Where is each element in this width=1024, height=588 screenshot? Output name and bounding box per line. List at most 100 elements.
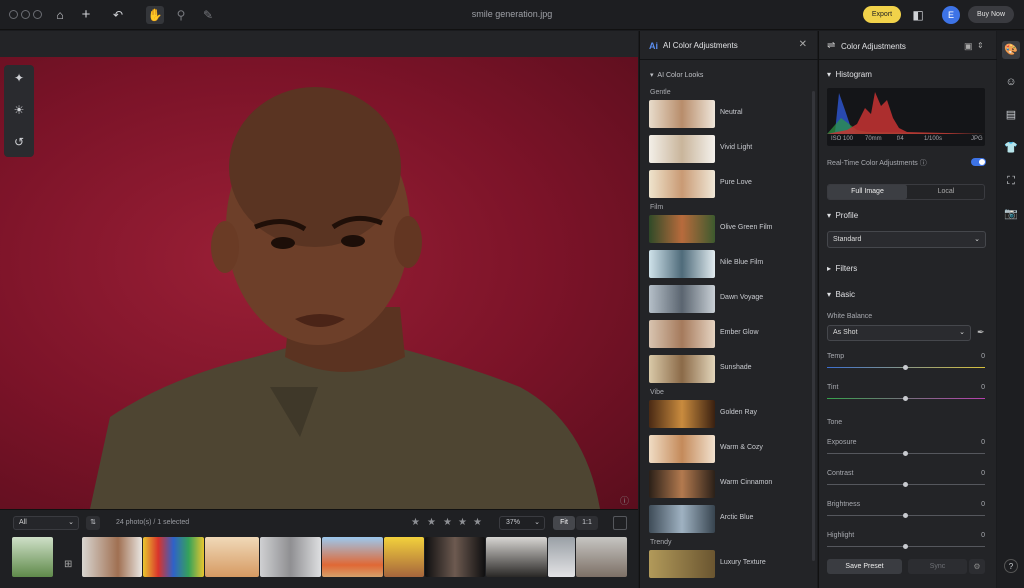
exif-value: 1/100s <box>924 136 943 142</box>
exposure-slider-handle[interactable] <box>903 451 908 456</box>
section-toggle[interactable]: ▾ AI Color Looks <box>650 71 703 79</box>
fit-button[interactable]: Fit <box>553 516 575 530</box>
look-thumbnail <box>649 215 715 243</box>
crop-icon[interactable]: ⛶ <box>1004 174 1018 188</box>
star-icon[interactable]: ★ <box>443 517 452 528</box>
look-item[interactable]: Luxury Texture <box>649 549 809 579</box>
exposure-icon[interactable]: ☀ <box>12 103 26 117</box>
exposure-label: Exposure <box>827 439 857 446</box>
avatar[interactable]: E <box>942 6 960 24</box>
look-item[interactable]: Ember Glow <box>649 319 809 349</box>
look-label: Nile Blue Film <box>720 259 764 266</box>
look-item[interactable]: Vivid Light <box>649 134 809 164</box>
ai-enhance-icon[interactable]: ✦ <box>12 71 26 85</box>
highlight-slider-handle[interactable] <box>903 544 908 549</box>
look-thumbnail <box>649 550 715 578</box>
filters-header[interactable]: ▸ Filters <box>827 264 857 273</box>
photo-count: 24 photo(s) / 1 selected <box>116 519 190 526</box>
star-icon[interactable]: ★ <box>458 517 467 528</box>
thumbnail[interactable] <box>260 537 321 577</box>
chevron-down-icon: ⌄ <box>974 236 980 243</box>
add-photo-icon[interactable]: ⊞ <box>64 559 72 570</box>
thumbnail[interactable] <box>82 537 142 577</box>
ai-icon: Ai <box>649 41 658 51</box>
filter-select[interactable]: All ⌄ <box>13 516 79 530</box>
layout-icon[interactable]: ▣ <box>964 41 973 52</box>
thumbnail[interactable] <box>12 537 53 577</box>
white-balance-select[interactable]: As Shot ⌄ <box>827 325 971 341</box>
highlight-value: 0 <box>981 532 985 539</box>
eyedropper-icon[interactable]: ✒ <box>977 327 985 338</box>
look-label: Neutral <box>720 109 743 116</box>
contrast-slider-handle[interactable] <box>903 482 908 487</box>
zoom-select[interactable]: 37% ⌄ <box>499 516 545 530</box>
thumbnail[interactable] <box>322 537 383 577</box>
thumbnail[interactable] <box>143 537 204 577</box>
caret-down-icon: ▾ <box>650 72 654 79</box>
save-preset-button[interactable]: Save Preset <box>827 559 902 574</box>
star-icon[interactable]: ★ <box>473 517 482 528</box>
brightness-slider-handle[interactable] <box>903 513 908 518</box>
close-icon[interactable]: ✕ <box>799 39 807 50</box>
look-item[interactable]: Pure Love <box>649 169 809 199</box>
look-item[interactable]: Warm Cinnamon <box>649 469 809 499</box>
look-item[interactable]: Neutral <box>649 99 809 129</box>
shirt-icon[interactable]: 👕 <box>1004 141 1018 155</box>
frame-icon[interactable]: ▤ <box>1004 108 1018 122</box>
tab-local[interactable]: Local <box>907 185 985 199</box>
history-icon[interactable]: ↺ <box>12 135 26 149</box>
tab-full-image[interactable]: Full Image <box>828 185 907 199</box>
basic-header[interactable]: ▾ Basic <box>827 290 855 299</box>
look-thumbnail <box>649 470 715 498</box>
exif-value: JPG <box>971 136 983 142</box>
sync-button[interactable]: Sync <box>908 559 967 574</box>
compare-icon[interactable]: ◧ <box>911 8 925 22</box>
temp-slider-handle[interactable] <box>903 365 908 370</box>
look-item[interactable]: Olive Green Film <box>649 214 809 244</box>
buy-now-button[interactable]: Buy Now <box>968 6 1014 23</box>
face-retouch-icon[interactable]: ☺ <box>1004 75 1018 89</box>
thumbnail[interactable] <box>576 537 627 577</box>
look-group-label: Gentle <box>650 89 671 96</box>
look-thumbnail <box>649 505 715 533</box>
look-item[interactable]: Golden Ray <box>649 399 809 429</box>
histogram-title: Histogram <box>835 70 872 79</box>
chevron-updown-icon[interactable]: ⇕ <box>977 41 984 50</box>
info-icon[interactable]: ⓘ <box>620 494 629 507</box>
look-label: Olive Green Film <box>720 224 773 231</box>
thumbnail[interactable] <box>384 537 424 577</box>
profile-header[interactable]: ▾ Profile <box>827 211 858 220</box>
thumbnail[interactable] <box>548 537 575 577</box>
profile-select[interactable]: Standard ⌄ <box>827 231 986 248</box>
camera-icon[interactable]: 📷 <box>1004 207 1018 221</box>
palette-icon[interactable]: 🎨 <box>1002 41 1020 59</box>
thumbnail[interactable] <box>205 537 259 577</box>
star-icon[interactable]: ★ <box>411 517 420 528</box>
star-icon[interactable]: ★ <box>427 517 436 528</box>
look-group-label: Trendy <box>650 539 672 546</box>
thumbnail[interactable] <box>486 537 547 577</box>
look-item[interactable]: Warm & Cozy <box>649 434 809 464</box>
look-item[interactable]: Arctic Blue <box>649 504 809 534</box>
highlight-label: Highlight <box>827 532 855 539</box>
histogram-header[interactable]: ▾ Histogram <box>827 70 872 79</box>
tint-slider-handle[interactable] <box>903 396 908 401</box>
compare-view-icon[interactable] <box>613 516 627 530</box>
sort-icon[interactable]: ⇅ <box>86 516 100 530</box>
white-balance-value: As Shot <box>833 329 858 336</box>
look-item[interactable]: Sunshade <box>649 354 809 384</box>
scope-tabs: Full Image Local <box>827 184 985 200</box>
one-to-one-button[interactable]: 1:1 <box>576 516 598 530</box>
look-label: Ember Glow <box>720 329 759 336</box>
help-icon[interactable]: ? <box>1004 559 1018 573</box>
realtime-toggle[interactable] <box>971 158 986 166</box>
sync-settings-icon[interactable]: ⚙ <box>969 559 985 574</box>
look-thumbnail <box>649 135 715 163</box>
export-button[interactable]: Export <box>863 6 901 23</box>
look-thumbnail <box>649 435 715 463</box>
thumbnail[interactable] <box>425 537 485 577</box>
look-label: Luxury Texture <box>720 559 766 566</box>
look-item[interactable]: Dawn Voyage <box>649 284 809 314</box>
scrollbar[interactable] <box>812 91 815 561</box>
look-item[interactable]: Nile Blue Film <box>649 249 809 279</box>
